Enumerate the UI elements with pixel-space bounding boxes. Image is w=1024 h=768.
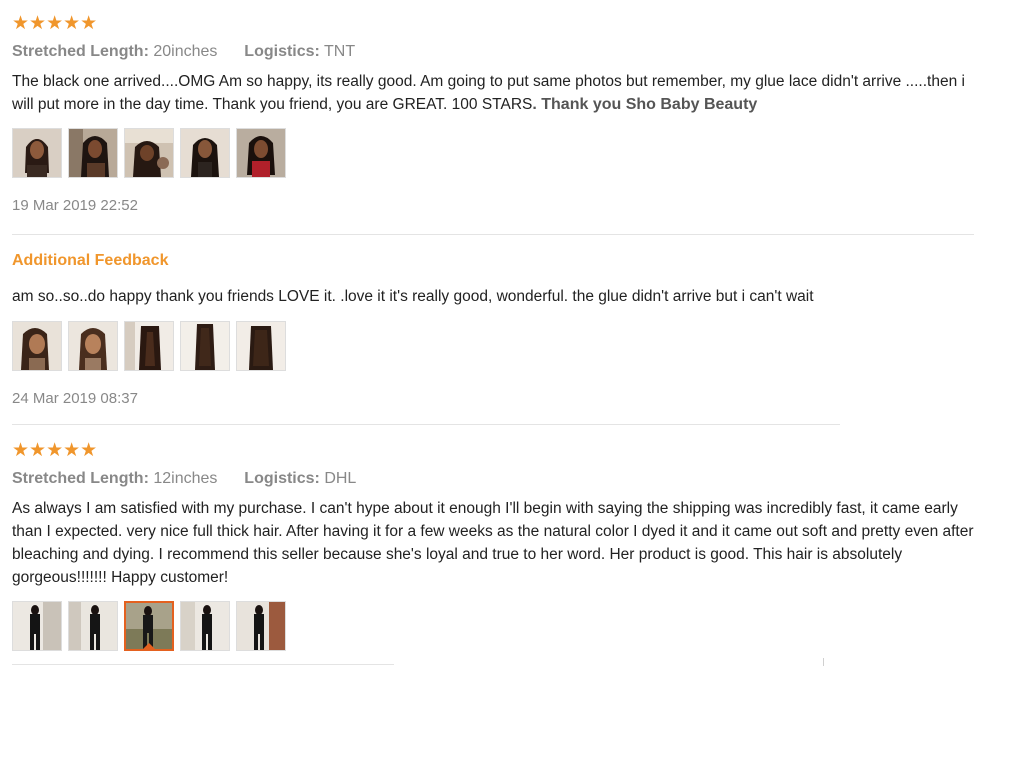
review-photo-thumb[interactable] — [68, 321, 118, 371]
divider-tick — [823, 658, 824, 666]
review-photo-thumb[interactable] — [68, 601, 118, 651]
review-2: ★★★★★ Stretched Length: 12inches Logisti… — [12, 441, 1002, 651]
stretched-length-value: 12inches — [153, 470, 218, 487]
review-photo-thumb[interactable] — [12, 321, 62, 371]
logistics-label: Logistics: — [244, 470, 320, 487]
logistics-label: Logistics: — [244, 43, 320, 60]
review-photo-thumb[interactable] — [180, 321, 230, 371]
review-photo-thumb[interactable] — [12, 128, 62, 178]
logistics-value: TNT — [324, 43, 356, 60]
review-signature: . Thank you Sho Baby Beauty — [532, 96, 758, 113]
review-photo-thumb[interactable] — [180, 128, 230, 178]
additional-feedback-date: 24 Mar 2019 08:37 — [12, 390, 138, 407]
review-1: ★★★★★ Stretched Length: 20inches Logisti… — [12, 14, 1002, 216]
review-photo-thumb[interactable] — [124, 321, 174, 371]
review-meta: Stretched Length: 20inches Logistics: TN… — [12, 42, 1002, 62]
logistics-value: DHL — [324, 470, 357, 487]
review-photo-thumb[interactable] — [236, 128, 286, 178]
review-photos — [12, 128, 1002, 178]
review-date: 19 Mar 2019 22:52 — [12, 197, 138, 214]
review-photo-thumb[interactable] — [124, 128, 174, 178]
divider — [12, 234, 974, 235]
review-text: The black one arrived....OMG Am so happy… — [12, 70, 972, 116]
stretched-length-label: Stretched Length: — [12, 43, 149, 60]
stretched-length-label: Stretched Length: — [12, 470, 149, 487]
review-photo-thumb[interactable] — [12, 601, 62, 651]
additional-feedback-photos — [12, 321, 1002, 371]
review-photos — [12, 601, 1002, 651]
review-photo-thumb[interactable] — [180, 601, 230, 651]
stretched-length-value: 20inches — [153, 43, 218, 60]
review-photo-thumb-selected[interactable] — [124, 601, 174, 651]
additional-feedback-text: am so..so..do happy thank you friends LO… — [12, 288, 814, 305]
review-text: As always I am satisfied with my purchas… — [12, 500, 974, 586]
selected-caret-icon — [142, 643, 156, 649]
review-photo-thumb[interactable] — [236, 601, 286, 651]
review-meta: Stretched Length: 12inches Logistics: DH… — [12, 469, 1002, 489]
review-body: The black one arrived....OMG Am so happy… — [12, 73, 965, 113]
divider — [12, 664, 394, 665]
feedback-page: ★★★★★ Stretched Length: 20inches Logisti… — [0, 0, 1024, 768]
review-photo-thumb[interactable] — [68, 128, 118, 178]
star-rating: ★★★★★ — [12, 13, 98, 34]
additional-feedback-title: Additional Feedback — [12, 252, 169, 269]
divider — [12, 424, 840, 425]
additional-feedback: Additional Feedback am so..so..do happy … — [12, 251, 1002, 409]
review-photo-thumb[interactable] — [236, 321, 286, 371]
star-rating: ★★★★★ — [12, 440, 98, 461]
